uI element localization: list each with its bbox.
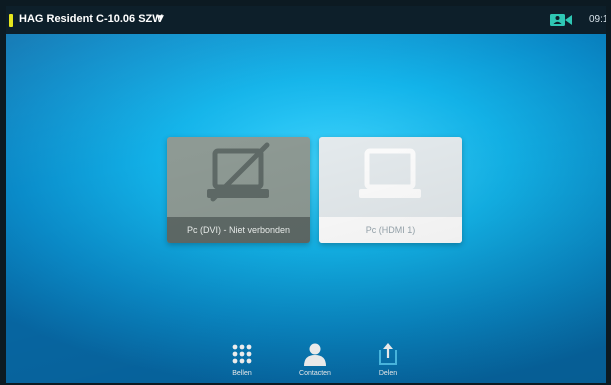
share-button-label: Delen xyxy=(378,370,398,377)
share-icon xyxy=(376,342,400,366)
source-tile-pc-hdmi[interactable]: Pc (HDMI 1) xyxy=(319,137,462,243)
top-bar: HAG Resident C-10.06 SZW ▼ 09:17 xyxy=(6,6,606,34)
call-button-label: Bellen xyxy=(232,370,252,377)
camera-icon[interactable] xyxy=(550,13,572,27)
laptop-icon xyxy=(319,137,462,217)
status-indicator xyxy=(9,14,13,27)
source-label: Pc (DVI) - Niet verbonden xyxy=(167,217,310,243)
keypad-icon xyxy=(230,342,254,366)
contacts-button-label: Contacten xyxy=(299,370,331,377)
contacts-button[interactable]: Contacten xyxy=(289,342,341,382)
touch-panel-screen: HAG Resident C-10.06 SZW ▼ 09:17 Pc (DVI… xyxy=(6,6,606,383)
share-button[interactable]: Delen xyxy=(362,342,414,382)
laptop-disconnected-icon xyxy=(167,137,310,217)
caret-down-icon[interactable]: ▼ xyxy=(156,13,166,24)
source-label: Pc (HDMI 1) xyxy=(319,217,462,243)
room-name[interactable]: HAG Resident C-10.06 SZW xyxy=(19,13,163,25)
contact-icon xyxy=(303,342,327,366)
clock: 09:17 xyxy=(589,14,606,25)
source-tile-pc-dvi[interactable]: Pc (DVI) - Niet verbonden xyxy=(167,137,310,243)
call-button[interactable]: Bellen xyxy=(216,342,268,382)
